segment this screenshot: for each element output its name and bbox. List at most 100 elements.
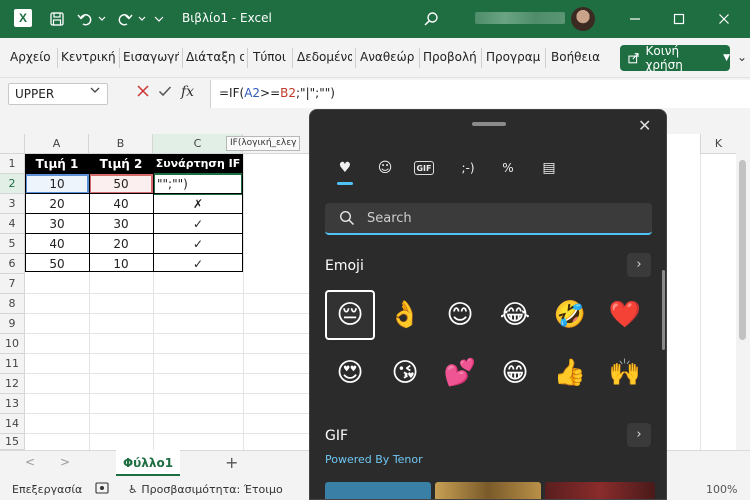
emoji-item[interactable]: 😍 (325, 348, 375, 398)
row-header[interactable]: 8 (0, 294, 25, 314)
table-cell[interactable]: 10 (89, 254, 153, 274)
table-header-cell[interactable]: Τιμή 2 (89, 154, 153, 174)
row-header[interactable]: 12 (0, 374, 25, 394)
avatar[interactable] (571, 7, 595, 31)
table-cell[interactable]: 50 (25, 254, 89, 274)
redo-icon[interactable] (114, 8, 136, 30)
scrollbar-thumb[interactable] (739, 160, 746, 340)
emoji-item[interactable]: 😔 (325, 290, 375, 340)
tab-review[interactable]: Αναθεώρ (360, 50, 416, 64)
row-header[interactable]: 5 (0, 234, 25, 254)
gif-thumbnail[interactable] (435, 482, 541, 499)
formula-input[interactable]: =IF(A2>=B2;"|";"") (210, 80, 750, 108)
column-header-b[interactable]: B (89, 134, 153, 154)
enter-formula-icon[interactable] (158, 84, 172, 102)
table-cell[interactable]: 20 (25, 194, 89, 214)
table-cell[interactable]: ✓ (153, 234, 243, 254)
emoji-search-input[interactable]: Search (325, 203, 652, 235)
sheet-tab-active[interactable]: Φύλλο1 (116, 450, 180, 476)
smiley-tab-icon[interactable]: ☺ (373, 156, 397, 180)
chevron-down-icon[interactable]: ⌄ (737, 50, 747, 64)
save-icon[interactable] (46, 8, 68, 30)
emoji-item[interactable]: 💕 (435, 348, 485, 398)
chevron-down-icon[interactable] (90, 86, 100, 97)
undo-icon[interactable] (74, 8, 96, 30)
row-header[interactable]: 14 (0, 414, 25, 434)
accessibility-status[interactable]: ♿ Προσβασιμότητα: Έτοιμο (128, 483, 283, 496)
table-cell[interactable]: 50 (89, 174, 153, 194)
tab-file[interactable]: Αρχείο (10, 50, 54, 64)
table-cell[interactable]: ✓ (153, 214, 243, 234)
table-header-cell[interactable]: Συνάρτηση IF (153, 154, 243, 174)
row-header[interactable]: 15 (0, 434, 25, 450)
chevron-right-icon[interactable]: › (627, 423, 651, 447)
select-all-corner[interactable] (0, 134, 25, 154)
cancel-formula-icon[interactable] (136, 84, 150, 102)
table-cell[interactable]: ✓ (153, 254, 243, 274)
row-header[interactable]: 7 (0, 274, 25, 294)
heart-tab-icon[interactable]: ♥ (333, 156, 357, 180)
table-cell[interactable]: 10 (25, 174, 89, 194)
table-cell[interactable]: 20 (89, 234, 153, 254)
close-icon[interactable]: ✕ (638, 116, 651, 135)
row-header[interactable]: 11 (0, 354, 25, 374)
tab-formulas[interactable]: Τύποι (253, 50, 289, 64)
emoji-item[interactable]: 👌 (380, 290, 430, 340)
tab-data[interactable]: Δεδομένα (297, 50, 352, 64)
close-icon[interactable] (713, 8, 735, 30)
row-header[interactable]: 4 (0, 214, 25, 234)
table-cell[interactable]: 30 (25, 214, 89, 234)
grid-area-right[interactable] (700, 154, 736, 450)
maximize-icon[interactable] (668, 8, 690, 30)
table-header-cell[interactable]: Τιμή 1 (25, 154, 89, 174)
row-header[interactable]: 3 (0, 194, 25, 214)
tab-home[interactable]: Κεντρική (61, 50, 115, 64)
clipboard-tab-icon[interactable]: ▤ (537, 156, 561, 180)
column-header-k[interactable]: K (700, 134, 736, 154)
undo-dropdown-icon[interactable] (96, 8, 108, 30)
tab-developer[interactable]: Προγραμ (486, 50, 541, 64)
emoji-item[interactable]: 😊 (435, 290, 485, 340)
row-header[interactable]: 9 (0, 314, 25, 334)
macro-record-icon[interactable] (95, 481, 111, 498)
minimize-icon[interactable] (624, 8, 646, 30)
gif-tab-icon[interactable]: GIF (414, 161, 434, 175)
panel-scrollbar[interactable] (662, 270, 665, 350)
emoji-item[interactable]: 😘 (380, 348, 430, 398)
table-cell[interactable]: ✗ (153, 194, 243, 214)
kaomoji-tab-icon[interactable]: ;-) (456, 156, 480, 180)
insert-function-icon[interactable]: fx (181, 84, 194, 100)
emoji-item[interactable]: ❤️ (600, 290, 650, 340)
table-cell[interactable]: "";"") (155, 174, 241, 194)
row-header[interactable]: 1 (0, 154, 25, 174)
tab-page-layout[interactable]: Διάταξη σ (186, 50, 244, 64)
gif-thumbnail[interactable] (325, 482, 431, 499)
table-cell[interactable]: 40 (25, 234, 89, 254)
emoji-item[interactable]: 🤣 (545, 290, 595, 340)
sheet-prev-icon[interactable]: < (25, 455, 35, 469)
zoom-level[interactable]: 100% (706, 483, 737, 496)
redo-dropdown-icon[interactable] (136, 8, 148, 30)
emoji-item[interactable]: 😁 (490, 348, 540, 398)
sheet-next-icon[interactable]: > (60, 455, 70, 469)
share-button[interactable]: Κοινή χρήση ▼ (620, 44, 730, 72)
drag-handle[interactable] (472, 122, 506, 126)
search-icon[interactable] (420, 8, 442, 30)
table-cell[interactable]: 30 (89, 214, 153, 234)
tab-help[interactable]: Βοήθεια (551, 50, 601, 64)
emoji-item[interactable]: 👍 (545, 348, 595, 398)
gif-thumbnail[interactable] (545, 482, 655, 499)
tab-view[interactable]: Προβολή (423, 50, 477, 64)
column-header-a[interactable]: A (25, 134, 89, 154)
symbols-tab-icon[interactable]: % (496, 156, 520, 180)
row-header[interactable]: 10 (0, 334, 25, 354)
customize-toolbar-icon[interactable] (152, 8, 166, 30)
emoji-item[interactable]: 🙌 (600, 348, 650, 398)
emoji-item[interactable]: 😂 (490, 290, 540, 340)
function-tooltip[interactable]: IF(λογική_ελεγ (226, 136, 301, 151)
row-header[interactable]: 6 (0, 254, 25, 274)
tab-insert[interactable]: Εισαγωγή (123, 50, 179, 64)
row-header[interactable]: 2 (0, 174, 25, 194)
row-header[interactable]: 13 (0, 394, 25, 414)
table-cell[interactable]: 40 (89, 194, 153, 214)
